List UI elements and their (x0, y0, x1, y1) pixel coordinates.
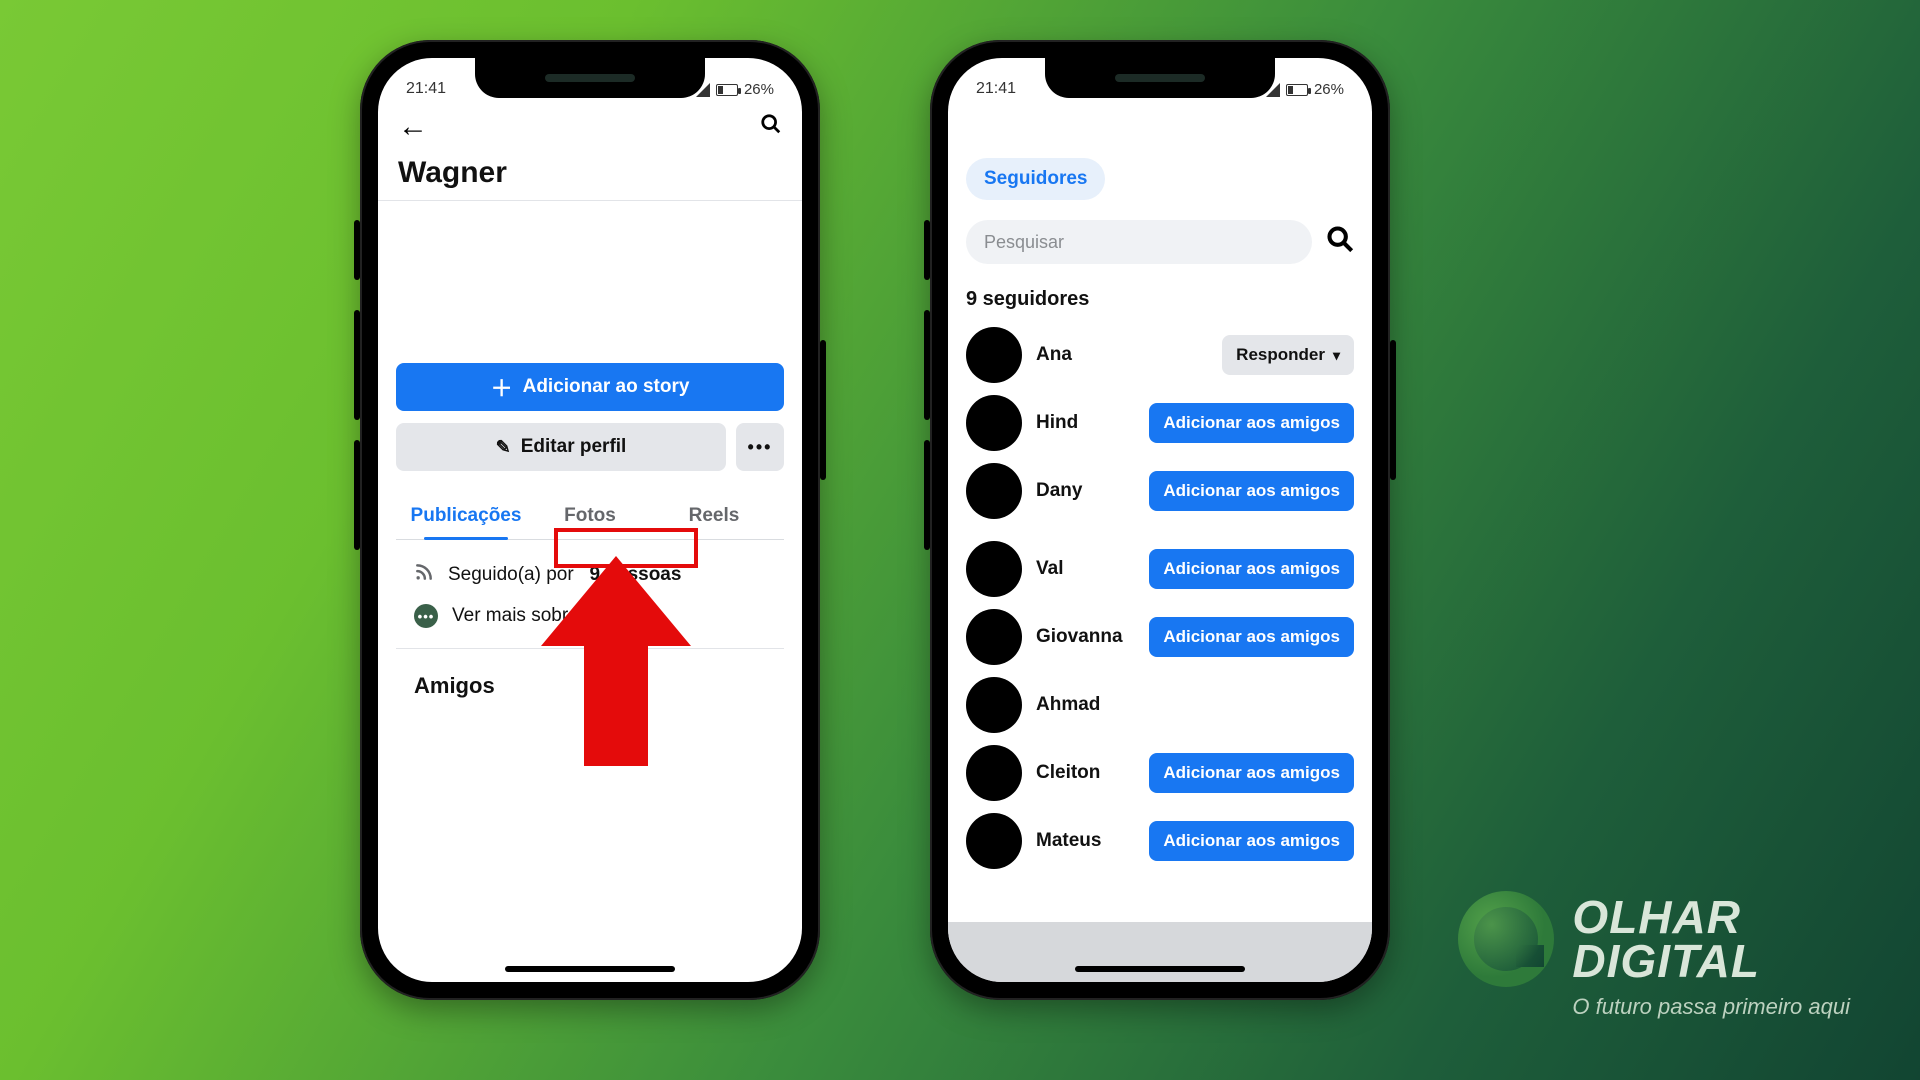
brand-word-2: DIGITAL (1572, 934, 1760, 988)
add-friend-button[interactable]: Adicionar aos amigos (1149, 471, 1354, 511)
plus-icon: ＋ (491, 371, 513, 403)
list-item[interactable]: Hind Adicionar aos amigos (966, 389, 1354, 457)
followers-count: 9 seguidores (948, 264, 1372, 317)
avatar (966, 463, 1022, 519)
status-battery: 26% (744, 81, 774, 98)
edit-profile-button[interactable]: ✎ Editar perfil (396, 423, 726, 471)
add-friend-button[interactable]: Adicionar aos amigos (1149, 549, 1354, 589)
brand-logo-icon (1458, 891, 1554, 987)
battery-icon (716, 84, 738, 96)
follower-name: Ahmad (1036, 694, 1354, 716)
follower-name: Val (1036, 558, 1149, 580)
phone-notch (475, 58, 705, 98)
phone-notch (1045, 58, 1275, 98)
follower-name: Hind (1036, 412, 1149, 434)
home-indicator (1075, 966, 1245, 972)
respond-button[interactable]: Responder ▾ (1222, 335, 1354, 375)
list-item[interactable]: Ana Responder ▾ (966, 321, 1354, 389)
more-info-icon: ••• (414, 604, 438, 628)
list-item[interactable]: Val Adicionar aos amigos (966, 535, 1354, 603)
status-battery: 26% (1314, 81, 1344, 98)
pencil-icon: ✎ (496, 437, 511, 458)
profile-name: Wagner (378, 148, 802, 194)
brand-lockup: OLHAR DIGITAL O futuro passa primeiro aq… (1458, 890, 1850, 1020)
status-time: 21:41 (406, 80, 446, 98)
avatar (966, 395, 1022, 451)
add-to-story-label: Adicionar ao story (523, 376, 690, 398)
more-options-button[interactable]: ••• (736, 423, 784, 471)
friends-section-title: Amigos (396, 649, 784, 723)
back-icon[interactable]: ← (398, 112, 428, 142)
add-friend-button[interactable]: Adicionar aos amigos (1149, 821, 1354, 861)
follower-name: Cleiton (1036, 762, 1149, 784)
home-indicator (505, 966, 675, 972)
bottom-bar (948, 922, 1372, 982)
search-input[interactable]: Pesquisar (966, 220, 1312, 264)
follower-name: Ana (1036, 344, 1222, 366)
followers-list: Ana Responder ▾ Hind Adicionar aos amigo… (948, 317, 1372, 875)
phone-mock-profile: 21:41 26% ← Wagner (360, 40, 820, 1000)
tutorial-slide: 21:41 26% ← Wagner (0, 0, 1920, 1080)
add-friend-button[interactable]: Adicionar aos amigos (1149, 753, 1354, 793)
list-item[interactable]: Giovanna Adicionar aos amigos (966, 603, 1354, 671)
tab-posts[interactable]: Publicações (404, 493, 528, 539)
battery-icon (1286, 84, 1308, 96)
rss-icon (414, 562, 434, 588)
add-friend-button[interactable]: Adicionar aos amigos (1149, 617, 1354, 657)
avatar (966, 327, 1022, 383)
avatar (966, 745, 1022, 801)
add-friend-button[interactable]: Adicionar aos amigos (1149, 403, 1354, 443)
annotation-highlight (554, 528, 698, 568)
chevron-down-icon: ▾ (1333, 347, 1340, 364)
avatar (966, 677, 1022, 733)
search-icon[interactable] (760, 113, 782, 141)
edit-profile-label: Editar perfil (521, 436, 627, 458)
see-more-label: Ver mais sobre você (452, 605, 624, 627)
add-to-story-button[interactable]: ＋ Adicionar ao story (396, 363, 784, 411)
list-item[interactable]: Dany Adicionar aos amigos (966, 457, 1354, 525)
phone-mock-followers: 21:41 26% Seguidores Pesquisar (930, 40, 1390, 1000)
see-more-row[interactable]: ••• Ver mais sobre você (414, 596, 766, 636)
list-item[interactable]: Cleiton Adicionar aos amigos (966, 739, 1354, 807)
follower-name: Dany (1036, 480, 1149, 502)
search-placeholder: Pesquisar (984, 232, 1064, 253)
follower-name: Giovanna (1036, 626, 1149, 648)
brand-tagline: O futuro passa primeiro aqui (1572, 994, 1850, 1020)
avatar (966, 813, 1022, 869)
follower-name: Mateus (1036, 830, 1149, 852)
list-item[interactable]: Ahmad (966, 671, 1354, 739)
search-icon[interactable] (1326, 225, 1354, 260)
avatar (966, 541, 1022, 597)
followers-chip[interactable]: Seguidores (966, 158, 1105, 200)
avatar (966, 609, 1022, 665)
list-item[interactable]: Mateus Adicionar aos amigos (966, 807, 1354, 875)
ellipsis-icon: ••• (748, 437, 773, 458)
status-time: 21:41 (976, 80, 1016, 98)
respond-label: Responder (1236, 345, 1325, 365)
